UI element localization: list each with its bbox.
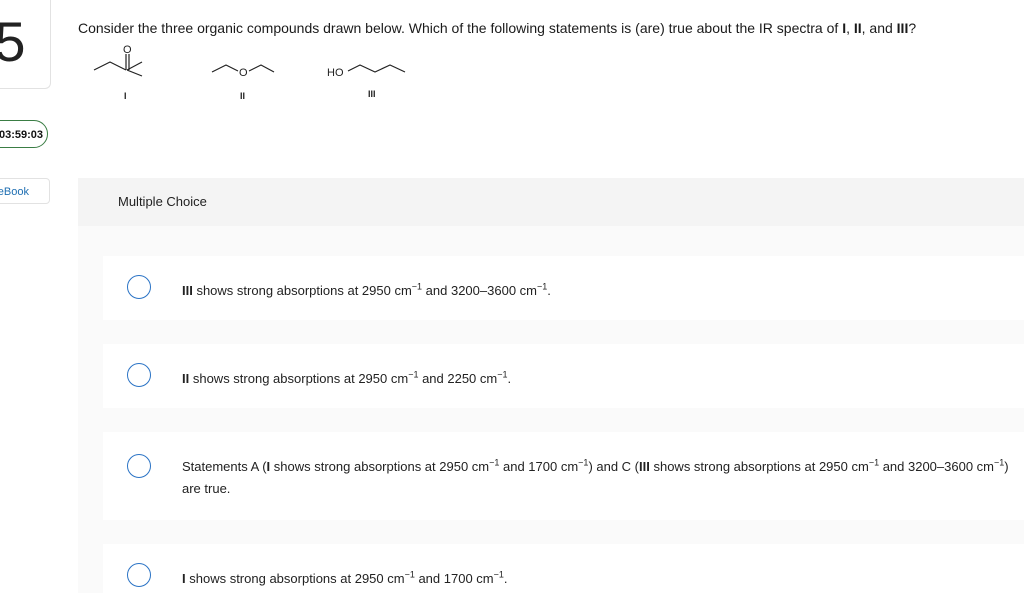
- multiple-choice-title: Multiple Choice: [118, 194, 207, 209]
- ebook-button[interactable]: eBook: [0, 178, 50, 204]
- question-separator: , and: [861, 20, 897, 36]
- question-suffix: ?: [908, 20, 917, 36]
- option-text-part: .: [503, 571, 508, 586]
- bond: [211, 64, 239, 73]
- label-III: III: [368, 89, 376, 99]
- superscript: −1: [493, 569, 504, 580]
- radio-button[interactable]: [127, 563, 151, 587]
- superscript: −1: [408, 369, 419, 380]
- structure-III: [347, 64, 406, 73]
- superscript: −1: [994, 457, 1005, 468]
- multiple-choice-panel: Multiple Choice III shows strong absorpt…: [78, 178, 1024, 604]
- option-text-part: and 1700 cm: [499, 459, 579, 474]
- bond: [347, 64, 406, 73]
- option-compound: III: [182, 283, 193, 298]
- structures-figure: O I O II HO III: [80, 40, 440, 104]
- compound-label-II: II: [853, 20, 862, 36]
- superscript: −1: [489, 457, 500, 468]
- option-text: I shows strong absorptions at 2950 cm−1 …: [182, 568, 1012, 590]
- bond: [248, 64, 275, 73]
- option-text-part: Statements A (: [182, 459, 267, 474]
- option-text: III shows strong absorptions at 2950 cm−…: [182, 280, 1012, 302]
- superscript: −1: [497, 369, 508, 380]
- options-list: III shows strong absorptions at 2950 cm−…: [78, 226, 1024, 604]
- superscript: −1: [868, 457, 880, 468]
- option-A[interactable]: III shows strong absorptions at 2950 cm−…: [103, 256, 1024, 320]
- option-text: Statements A (I shows strong absorptions…: [182, 456, 1012, 500]
- option-text-part: shows strong absorptions at 2950 cm: [189, 371, 409, 386]
- option-C[interactable]: Statements A (I shows strong absorptions…: [103, 432, 1024, 520]
- structure-I: [93, 54, 143, 77]
- option-compound: III: [639, 459, 650, 474]
- option-B[interactable]: II shows strong absorptions at 2950 cm−1…: [103, 344, 1024, 408]
- option-text-part: .: [547, 283, 551, 298]
- option-text-part: and 3200–3600 cm: [879, 459, 995, 474]
- atom-O-1: O: [123, 44, 132, 56]
- option-text: II shows strong absorptions at 2950 cm−1…: [182, 368, 1012, 390]
- option-D[interactable]: I shows strong absorptions at 2950 cm−1 …: [103, 544, 1024, 604]
- option-text-part: shows strong absorptions at 2950 cm: [192, 283, 412, 298]
- superscript: −1: [537, 281, 548, 292]
- superscript: −1: [578, 457, 589, 468]
- bond: [93, 61, 127, 71]
- superscript: −1: [411, 281, 423, 292]
- question-prefix: Consider the three organic compounds dra…: [78, 20, 843, 36]
- bond: [126, 69, 143, 77]
- atom-HO: HO: [327, 67, 344, 79]
- option-text-part: and 3200–3600 cm: [422, 283, 537, 298]
- option-text-part: and 2250 cm: [418, 371, 498, 386]
- timer-badge: 03:59:03: [0, 120, 48, 148]
- label-II: II: [240, 91, 245, 101]
- option-text-part: shows strong absorptions at 2950 cm: [649, 459, 869, 474]
- option-text-part: ) and C (: [588, 459, 640, 474]
- label-I: I: [124, 91, 127, 101]
- option-text-part: shows strong absorptions at 2950 cm: [270, 459, 490, 474]
- question-number: 5: [0, 10, 26, 73]
- radio-button[interactable]: [127, 275, 151, 299]
- option-text-part: shows strong absorptions at 2950 cm: [185, 571, 405, 586]
- skeletal-structures: O I O II HO III: [93, 44, 406, 101]
- radio-button[interactable]: [127, 363, 151, 387]
- question-text: Consider the three organic compounds dra…: [78, 19, 1018, 37]
- atom-O-2: O: [239, 67, 248, 79]
- radio-button[interactable]: [127, 454, 151, 478]
- superscript: −1: [404, 569, 415, 580]
- option-text-part: and 1700 cm: [414, 571, 494, 586]
- question-separator: ,: [846, 20, 854, 36]
- option-text-part: .: [507, 371, 512, 386]
- compound-label-III: III: [896, 20, 909, 36]
